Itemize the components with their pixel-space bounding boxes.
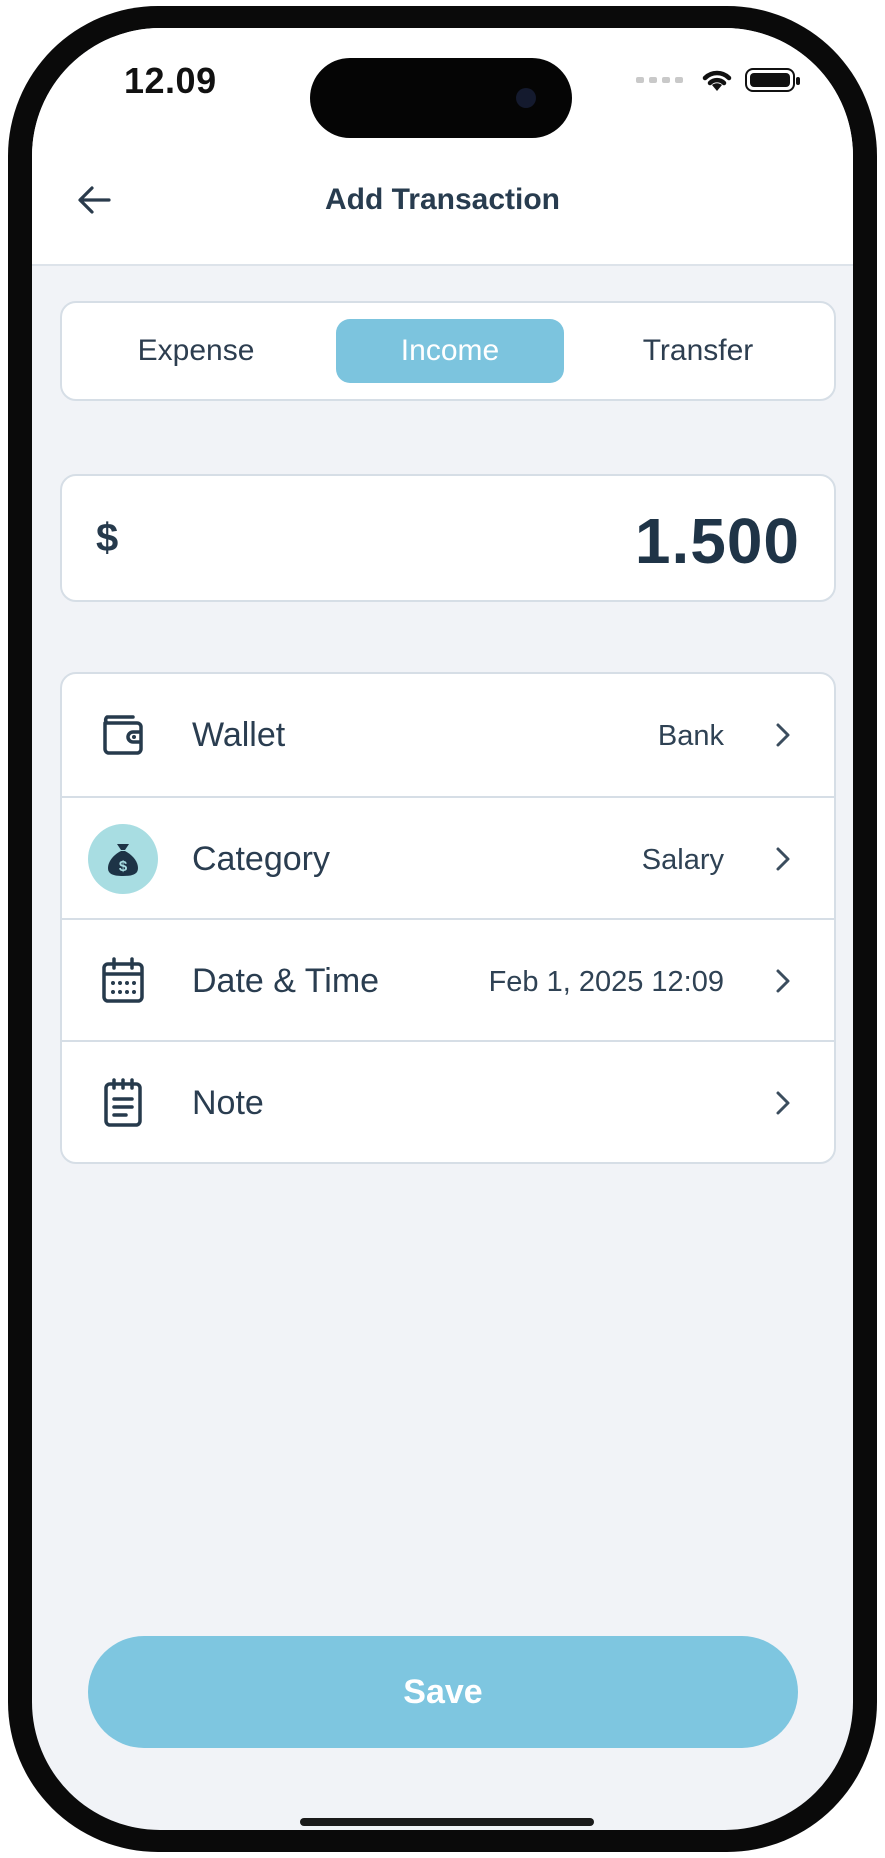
status-icons [636,66,800,94]
category-label: Category [192,840,330,878]
category-value: Salary [641,844,724,876]
top-bar: 12.09 Add Transaction [32,28,853,266]
cellular-signal-icon [636,77,683,83]
tab-expense[interactable]: Expense [82,319,310,383]
svg-text:$: $ [119,858,128,875]
chevron-right-icon [766,1086,800,1120]
status-time: 12.09 [124,60,217,101]
phone-frame: 12.09 Add Transaction Expense Income Tra… [8,6,877,1852]
wallet-icon [88,700,158,770]
currency-symbol: $ [96,516,119,560]
chevron-right-icon [766,842,800,876]
page-title: Add Transaction [324,183,561,216]
notepad-icon [88,1068,158,1138]
wallet-row[interactable]: Wallet Bank [62,674,834,796]
category-row[interactable]: $ Category Salary [62,796,834,920]
chevron-right-icon [766,964,800,998]
datetime-label: Date & Time [192,962,380,1000]
wifi-icon [702,70,732,91]
tab-income[interactable]: Income [336,319,564,383]
note-row[interactable]: Note [62,1040,834,1162]
app-screen: 12.09 Add Transaction Expense Income Tra… [32,28,853,1830]
chevron-right-icon [766,718,800,752]
dynamic-island [310,58,572,138]
category-icon-badge: $ [88,824,158,894]
battery-icon [745,68,800,92]
home-indicator [300,1818,594,1826]
tab-transfer[interactable]: Transfer [584,319,812,383]
camera-lens [516,88,536,108]
money-bag-icon: $ [88,824,158,894]
datetime-row[interactable]: Date & Time Feb 1, 2025 12:09 [62,918,834,1042]
amount-input[interactable]: $ 1.500 [60,474,836,602]
note-label: Note [192,1084,264,1122]
wallet-label: Wallet [192,716,286,754]
save-button[interactable]: Save [88,1636,798,1748]
amount-value: 1.500 [634,505,800,577]
datetime-value: Feb 1, 2025 12:09 [488,966,724,998]
transaction-type-tabs: Expense Income Transfer [60,301,836,401]
calendar-icon [88,946,158,1016]
wallet-value: Bank [657,720,724,752]
transaction-fields-list: Wallet Bank $ Category Salary Date & Tim… [60,672,836,1164]
